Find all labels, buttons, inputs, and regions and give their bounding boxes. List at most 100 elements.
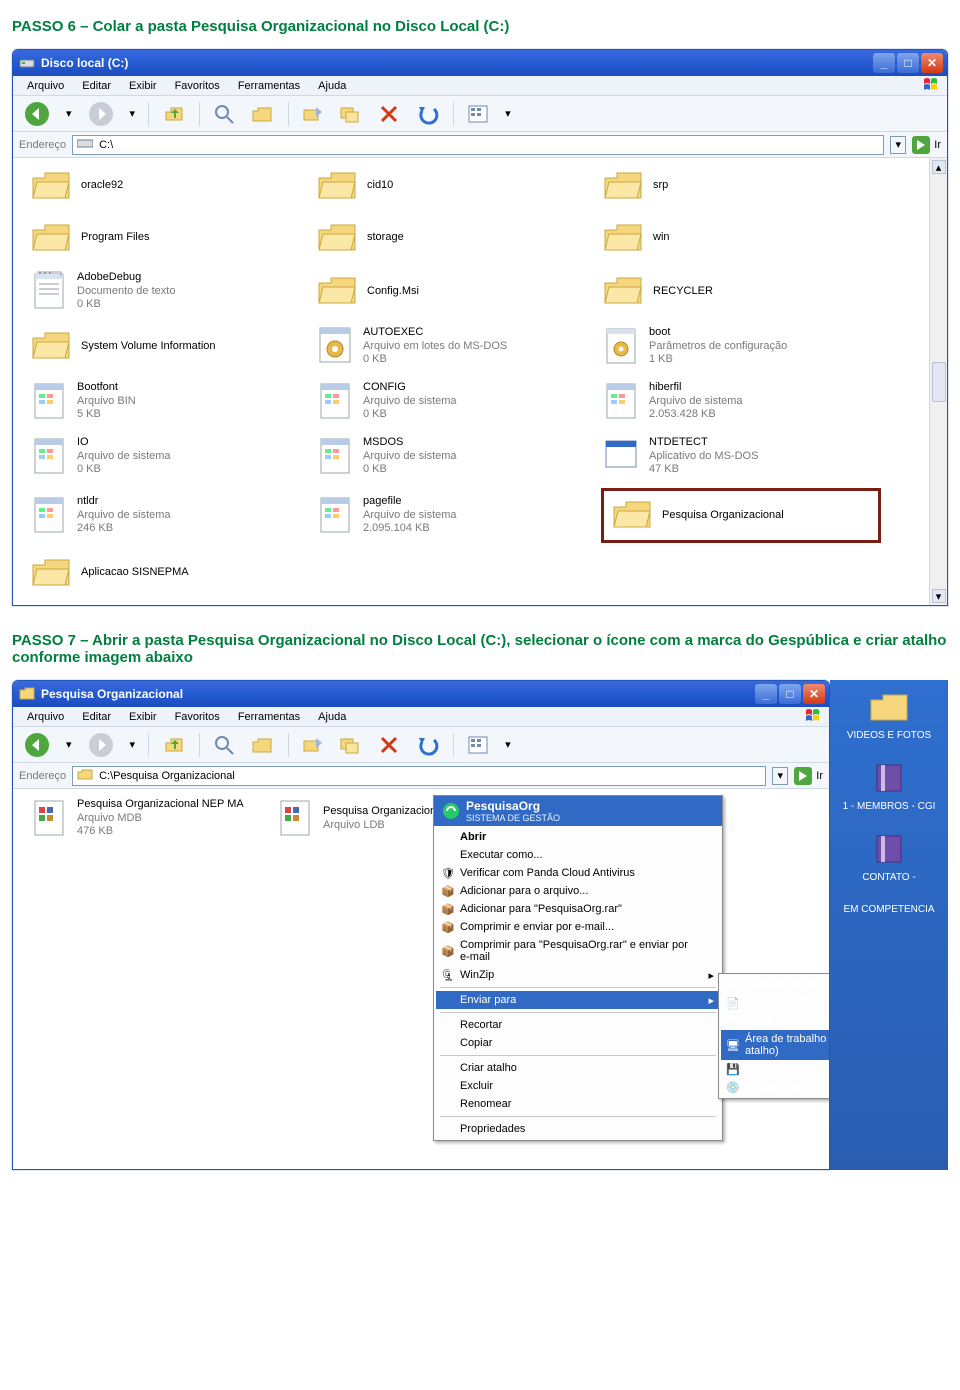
menu-ferramentas[interactable]: Ferramentas [230, 709, 308, 725]
context-submenu-item[interactable]: 💾Disquete de 3½ (A:) [721, 1060, 830, 1078]
context-menu-item[interactable]: Criar atalho [436, 1059, 720, 1077]
minimize-button[interactable]: _ [873, 53, 895, 73]
file-item[interactable]: System Volume Information [29, 323, 309, 370]
scroll-down-icon[interactable]: ▾ [932, 589, 946, 603]
desktop-shortcut[interactable]: VIDEOS E FOTOS [847, 690, 931, 741]
back-dropdown-icon[interactable]: ▾ [61, 104, 77, 123]
context-menu-item[interactable]: 📦Comprimir para "PesquisaOrg.rar" e envi… [436, 936, 720, 966]
context-submenu-item[interactable]: 💿Unidade de DVD-RAM (D:) [721, 1078, 830, 1096]
context-submenu[interactable]: ✉Destinatário de correio📄DOCUMENTOS🗂Past… [718, 973, 830, 1099]
file-item[interactable]: Aplicacao SISNEPMA [29, 551, 309, 595]
address-dropdown-icon[interactable]: ▾ [890, 136, 906, 154]
menu-exibir[interactable]: Exibir [121, 78, 165, 94]
context-menu-item[interactable]: 📦Adicionar para "PesquisaOrg.rar" [436, 900, 720, 918]
address-input[interactable]: C:\ [72, 135, 884, 155]
context-menu-item[interactable]: Executar como... [436, 846, 720, 864]
file-item[interactable]: bootParâmetros de configuração1 KB [601, 323, 881, 370]
context-menu-item[interactable]: Enviar para▸✉Destinatário de correio📄DOC… [436, 991, 720, 1009]
forward-dropdown-icon[interactable]: ▾ [125, 735, 141, 754]
copy-to-button[interactable] [335, 101, 367, 127]
file-item[interactable]: cid10 [315, 164, 595, 208]
copy-to-button[interactable] [335, 732, 367, 758]
context-submenu-item[interactable]: 📄DOCUMENTOS [721, 994, 830, 1012]
file-item[interactable]: win [601, 216, 881, 260]
search-button[interactable] [208, 100, 240, 128]
file-item[interactable]: srp [601, 164, 881, 208]
move-to-button[interactable] [297, 732, 329, 758]
file-item[interactable]: ntldrArquivo de sistema246 KB [29, 488, 309, 543]
context-menu-item[interactable]: Abrir [436, 828, 720, 846]
desktop-shortcut[interactable]: CONTATO - [862, 830, 915, 883]
context-menu[interactable]: PesquisaOrg SISTEMA DE GESTÃO AbrirExecu… [433, 795, 723, 1141]
context-menu-item[interactable]: 📦Comprimir e enviar por e-mail... [436, 918, 720, 936]
forward-button[interactable] [83, 98, 119, 130]
desktop-shortcut[interactable]: 1 - MEMBROS - CGI [843, 759, 936, 812]
undo-button[interactable] [411, 731, 445, 759]
go-button[interactable]: Ir [794, 767, 823, 785]
context-menu-item[interactable]: Copiar [436, 1034, 720, 1052]
forward-button[interactable] [83, 729, 119, 761]
up-button[interactable] [157, 730, 191, 760]
menu-exibir[interactable]: Exibir [121, 709, 165, 725]
file-item[interactable]: BootfontArquivo BIN5 KB [29, 378, 309, 425]
address-dropdown-icon[interactable]: ▾ [772, 767, 788, 785]
views-dropdown-icon[interactable]: ▾ [500, 735, 516, 754]
back-button[interactable] [19, 98, 55, 130]
close-button[interactable]: ✕ [803, 684, 825, 704]
delete-button[interactable] [373, 731, 405, 759]
scrollbar[interactable]: ▴ ▾ [929, 158, 947, 605]
file-item[interactable]: NTDETECTAplicativo do MS-DOS47 KB [601, 433, 881, 480]
file-item[interactable]: CONFIGArquivo de sistema0 KB [315, 378, 595, 425]
move-to-button[interactable] [297, 101, 329, 127]
forward-dropdown-icon[interactable]: ▾ [125, 104, 141, 123]
maximize-button[interactable]: □ [897, 53, 919, 73]
menu-ajuda[interactable]: Ajuda [310, 709, 354, 725]
file-pane[interactable]: Pesquisa Organizacional NEP MAArquivo MD… [13, 789, 829, 1169]
file-item[interactable]: hiberfilArquivo de sistema2.053.428 KB [601, 378, 881, 425]
file-item[interactable]: AUTOEXECArquivo em lotes do MS-DOS0 KB [315, 323, 595, 370]
close-button[interactable]: ✕ [921, 53, 943, 73]
address-input[interactable]: C:\Pesquisa Organizacional [72, 766, 766, 786]
search-button[interactable] [208, 731, 240, 759]
views-dropdown-icon[interactable]: ▾ [500, 104, 516, 123]
views-button[interactable] [462, 732, 494, 758]
delete-button[interactable] [373, 100, 405, 128]
undo-button[interactable] [411, 100, 445, 128]
file-item[interactable]: IOArquivo de sistema0 KB [29, 433, 309, 480]
file-item[interactable]: MSDOSArquivo de sistema0 KB [315, 433, 595, 480]
file-item[interactable]: Pesquisa Organizacional [601, 488, 881, 543]
file-pane[interactable]: oracle92cid10srpProgram FilesstoragewinA… [13, 158, 929, 605]
scroll-thumb[interactable] [932, 362, 946, 402]
scroll-up-icon[interactable]: ▴ [932, 160, 946, 174]
views-button[interactable] [462, 101, 494, 127]
context-menu-item[interactable]: Renomear [436, 1095, 720, 1113]
file-item[interactable]: RECYCLER [601, 268, 881, 315]
context-menu-item[interactable]: 📦Adicionar para o arquivo... [436, 882, 720, 900]
titlebar[interactable]: Pesquisa Organizacional _ □ ✕ [13, 681, 829, 707]
menu-editar[interactable]: Editar [74, 709, 119, 725]
menu-arquivo[interactable]: Arquivo [19, 78, 72, 94]
context-submenu-item[interactable]: 🗂Pasta compactada (zipada) [721, 1012, 830, 1030]
file-item[interactable]: oracle92 [29, 164, 309, 208]
context-menu-item[interactable]: 🛡Verificar com Panda Cloud Antivirus [436, 864, 720, 882]
context-submenu-item[interactable]: ✉Destinatário de correio [721, 976, 830, 994]
desktop-shortcut[interactable]: EM COMPETENCIA [843, 901, 934, 915]
context-menu-item[interactable]: Recortar [436, 1016, 720, 1034]
context-menu-item[interactable]: 🗜WinZip▸ [436, 966, 720, 984]
menu-arquivo[interactable]: Arquivo [19, 709, 72, 725]
file-item[interactable]: AdobeDebugDocumento de texto0 KB [29, 268, 309, 315]
maximize-button[interactable]: □ [779, 684, 801, 704]
minimize-button[interactable]: _ [755, 684, 777, 704]
back-button[interactable] [19, 729, 55, 761]
titlebar[interactable]: Disco local (C:) _ □ ✕ [13, 50, 947, 76]
context-menu-item[interactable]: Propriedades [436, 1120, 720, 1138]
file-item[interactable]: pagefileArquivo de sistema2.095.104 KB [315, 488, 595, 543]
go-button[interactable]: Ir [912, 136, 941, 154]
folders-button[interactable] [246, 731, 280, 759]
menu-favoritos[interactable]: Favoritos [167, 709, 228, 725]
file-item[interactable]: Config.Msi [315, 268, 595, 315]
context-submenu-item[interactable]: 🖥Área de trabalho (criar atalho) [721, 1030, 830, 1060]
folders-button[interactable] [246, 100, 280, 128]
file-item[interactable]: Pesquisa Organizacional NEP MAArquivo MD… [29, 795, 269, 842]
menu-editar[interactable]: Editar [74, 78, 119, 94]
